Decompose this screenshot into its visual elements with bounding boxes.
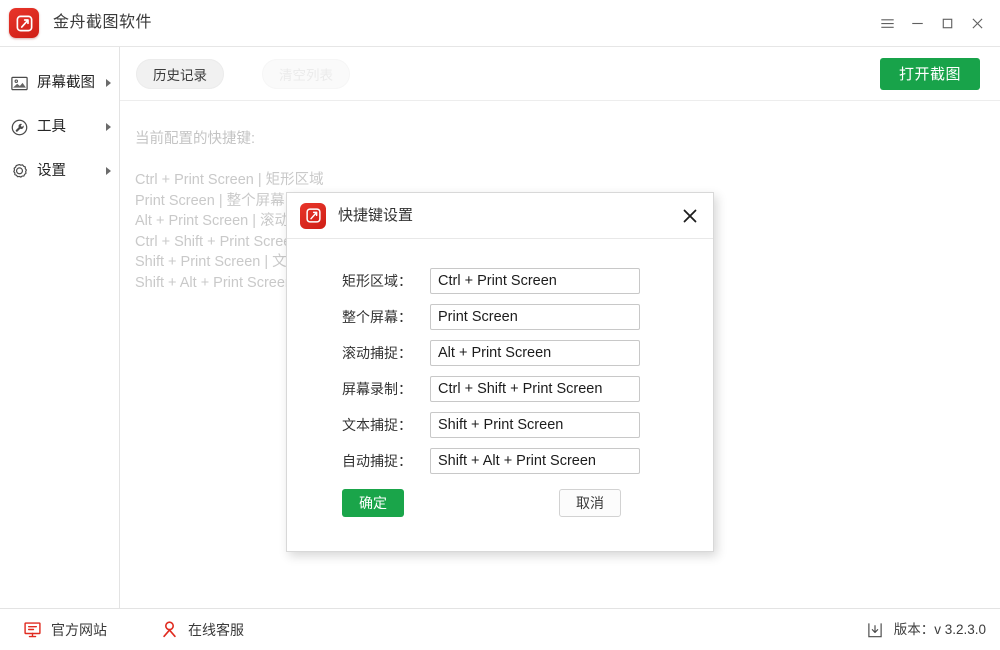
sidebar-item-tools[interactable]: 工具	[0, 105, 119, 149]
version-label: 版本：v 3.2.3.0	[894, 623, 986, 637]
field-label: 矩形区域：	[342, 274, 430, 288]
chevron-right-icon	[106, 167, 111, 175]
hotkey-settings-dialog: 快捷键设置 矩形区域： 整个屏幕： 滚动捕捉：	[286, 192, 714, 552]
sidebar-item-label: 屏幕截图	[37, 76, 95, 91]
download-icon	[866, 620, 885, 639]
field-label: 整个屏幕：	[342, 310, 430, 324]
field-row-scroll-capture: 滚动捕捉：	[287, 335, 713, 371]
dialog-title: 快捷键设置	[338, 208, 413, 223]
content-toolbar: 历史记录 清空列表 打开截图	[120, 47, 1000, 101]
dialog-actions: 确定 取消	[287, 479, 713, 517]
chevron-right-icon	[106, 79, 111, 87]
person-icon	[159, 620, 179, 640]
open-capture-button[interactable]: 打开截图	[880, 58, 980, 90]
sidebar-item-label: 设置	[37, 164, 66, 179]
minimize-icon[interactable]	[902, 9, 932, 39]
maximize-icon[interactable]	[932, 9, 962, 39]
app-window: 金舟截图软件	[0, 0, 1000, 650]
field-label: 滚动捕捉：	[342, 346, 430, 360]
history-button[interactable]: 历史记录	[136, 59, 224, 89]
field-row-rect-area: 矩形区域：	[287, 263, 713, 299]
main-body: 屏幕截图 工具	[0, 47, 1000, 608]
footer-bar: 官方网站 在线客服 版本：v 3.2.3.0	[0, 608, 1000, 650]
field-row-full-screen: 整个屏幕：	[287, 299, 713, 335]
chevron-right-icon	[106, 123, 111, 131]
hotkey-hint-line: Ctrl + Print Screen | 矩形区域	[135, 170, 1000, 191]
field-row-auto-capture: 自动捕捉：	[287, 443, 713, 479]
image-icon	[8, 72, 30, 94]
field-label: 屏幕录制：	[342, 382, 430, 396]
app-logo-icon	[300, 203, 326, 229]
clear-list-button[interactable]: 清空列表	[262, 59, 350, 89]
app-title: 金舟截图软件	[53, 15, 152, 31]
version-indicator[interactable]: 版本：v 3.2.3.0	[866, 620, 986, 639]
scroll-capture-hotkey-input[interactable]	[430, 340, 640, 366]
screen-record-hotkey-input[interactable]	[430, 376, 640, 402]
window-controls	[872, 0, 992, 47]
sidebar-item-label: 工具	[37, 120, 66, 135]
gear-icon	[8, 160, 30, 182]
field-label: 文本捕捉：	[342, 418, 430, 432]
field-row-screen-record: 屏幕录制：	[287, 371, 713, 407]
field-label: 自动捕捉：	[342, 454, 430, 468]
sidebar: 屏幕截图 工具	[0, 47, 120, 608]
title-bar: 金舟截图软件	[0, 0, 1000, 47]
close-icon[interactable]	[675, 201, 705, 231]
sidebar-item-settings[interactable]: 设置	[0, 149, 119, 193]
cancel-button[interactable]: 取消	[559, 489, 621, 517]
online-support-label: 在线客服	[188, 623, 244, 637]
text-capture-hotkey-input[interactable]	[430, 412, 640, 438]
app-logo-icon	[9, 8, 39, 38]
dialog-header: 快捷键设置	[287, 193, 713, 239]
rect-area-hotkey-input[interactable]	[430, 268, 640, 294]
online-support-link[interactable]: 在线客服	[159, 620, 244, 640]
full-screen-hotkey-input[interactable]	[430, 304, 640, 330]
field-row-text-capture: 文本捕捉：	[287, 407, 713, 443]
dialog-body: 矩形区域： 整个屏幕： 滚动捕捉： 屏幕录制： 文本捕捉：	[287, 239, 713, 551]
official-website-link[interactable]: 官方网站	[22, 620, 107, 640]
official-website-label: 官方网站	[51, 623, 107, 637]
wrench-icon	[8, 116, 30, 138]
auto-capture-hotkey-input[interactable]	[430, 448, 640, 474]
menu-icon[interactable]	[872, 9, 902, 39]
hotkey-hint-title: 当前配置的快捷键:	[135, 127, 1000, 148]
close-icon[interactable]	[962, 9, 992, 39]
confirm-button[interactable]: 确定	[342, 489, 404, 517]
monitor-icon	[22, 620, 42, 640]
sidebar-item-screenshot[interactable]: 屏幕截图	[0, 61, 119, 105]
